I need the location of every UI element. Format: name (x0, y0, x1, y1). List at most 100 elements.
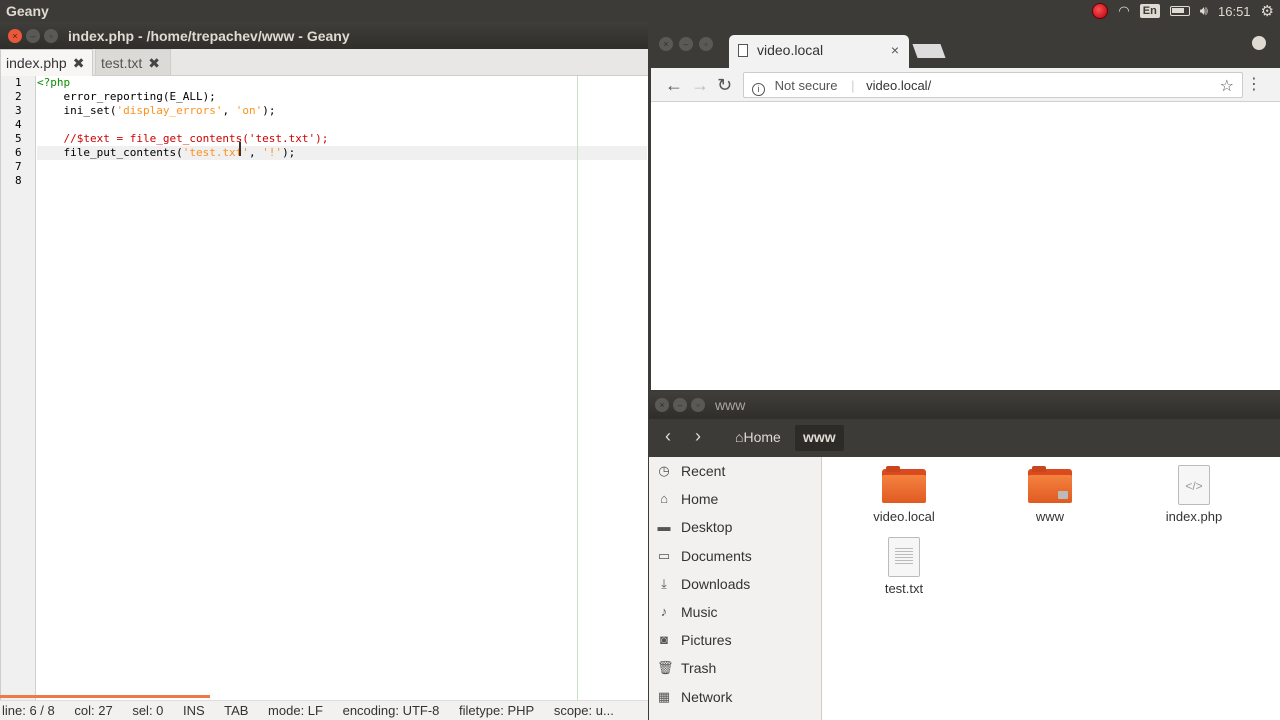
code-line-current[interactable]: file_put_contents('test.txt', '!'); (37, 146, 647, 160)
tab-close-icon[interactable]: ✖ (73, 55, 85, 76)
browser-window: × – ▫ video.local × ← → ↻ i Not secure |… (651, 22, 1280, 390)
geany-window: × – ▫ index.php - /home/trepachev/www - … (0, 22, 648, 720)
folder-icon: ▬ (657, 519, 671, 535)
status-ins: INS (183, 703, 205, 718)
back-arrow-icon[interactable]: ← (665, 75, 683, 96)
address-bar[interactable]: i Not secure | video.local/ ☆ (743, 72, 1243, 98)
volume-icon[interactable]: 🔊︎ (1200, 3, 1208, 19)
code-file-icon: </> (1178, 465, 1210, 505)
file-item-test-txt[interactable]: test.txt (849, 537, 959, 596)
breadcrumb-home[interactable]: ⌂Home (729, 425, 787, 451)
wifi-icon[interactable]: ◠ (1118, 3, 1129, 19)
sidebar-item-recent[interactable]: ◷ Recent (649, 457, 821, 485)
close-window-button[interactable]: × (655, 398, 669, 412)
long-line-marker (577, 76, 578, 700)
battery-icon[interactable] (1169, 6, 1190, 16)
window-title: www (715, 397, 746, 413)
browser-tab[interactable]: video.local × (729, 35, 909, 68)
status-encoding: encoding: UTF-8 (342, 703, 440, 718)
status-col: col: 27 (74, 703, 113, 718)
code-line[interactable]: ini_set('display_errors', 'on'); (37, 104, 647, 118)
file-name: test.txt (884, 581, 924, 596)
sidebar-item-documents[interactable]: ▭ Documents (649, 542, 821, 570)
sidebar: ◷ Recent ⌂ Home ▬ Desktop ▭ Documents ⤓ Downl… (649, 457, 822, 720)
network-icon: ▦ (657, 688, 671, 704)
code-line[interactable] (37, 118, 647, 132)
file-item-www[interactable]: www (995, 466, 1105, 524)
file-grid: video.local www </> index.php test.txt (823, 457, 1280, 720)
file-item-index-php[interactable]: </> index.php (1139, 465, 1249, 524)
download-icon: ⤓ (661, 575, 667, 591)
trash-icon: 🗑︎ (657, 660, 674, 676)
status-tab: TAB (224, 703, 249, 718)
bookmark-star-icon[interactable]: ☆ (1220, 76, 1234, 96)
tab-close-icon[interactable]: ✖ (148, 55, 160, 75)
forward-chevron-icon[interactable]: › (695, 426, 701, 447)
keyboard-layout-indicator[interactable]: En (1139, 4, 1160, 18)
status-scope: scope: u... (553, 703, 614, 718)
tab-close-icon[interactable]: × (891, 42, 899, 58)
tab-test-txt[interactable]: test.txt ✖ (95, 49, 171, 76)
code-line[interactable]: <?php (37, 76, 647, 90)
maximize-window-button[interactable]: ▫ (44, 29, 58, 43)
window-title: index.php - /home/trepachev/www - Geany (68, 28, 350, 44)
reload-icon[interactable]: ↻ (717, 75, 732, 96)
editor-tabs: index.php ✖ test.txt ✖ (0, 49, 648, 76)
settings-gear-icon[interactable]: ⚙ (1261, 2, 1274, 20)
status-sel: sel: 0 (132, 703, 164, 718)
system-tray: ◠ En 🔊︎ 16:51 ⚙ (1092, 0, 1280, 22)
line-number: 4 (15, 118, 22, 131)
page-content[interactable] (651, 102, 1280, 390)
sidebar-item-desktop[interactable]: ▬ Desktop (649, 513, 821, 541)
tab-title: video.local (757, 42, 824, 58)
code-lines[interactable]: <?php error_reporting(E_ALL); ini_set('d… (37, 76, 647, 188)
close-window-button[interactable]: × (659, 37, 673, 51)
minimize-window-button[interactable]: – (26, 29, 40, 43)
menu-dots-icon[interactable]: ⋮ (1246, 74, 1262, 94)
folder-icon (1028, 466, 1072, 505)
maximize-window-button[interactable]: ▫ (699, 37, 713, 51)
tab-index-php[interactable]: index.php ✖ (0, 49, 93, 76)
url-text: video.local/ (866, 78, 932, 93)
sidebar-item-downloads[interactable]: ⤓ Downloads (649, 570, 821, 598)
file-item-video-local[interactable]: video.local (849, 466, 959, 524)
sidebar-item-music[interactable]: ♪ Music (649, 598, 821, 626)
mouse-ibeam-cursor (239, 142, 241, 156)
top-panel: Geany ◠ En 🔊︎ 16:51 ⚙ (0, 0, 1280, 22)
back-chevron-icon[interactable]: ‹ (665, 426, 671, 447)
line-number-gutter: 1 2 3 4 5 6 7 8 (1, 76, 36, 700)
file-manager-titlebar: × – ▫ www (649, 392, 1280, 419)
code-line[interactable]: error_reporting(E_ALL); (37, 90, 647, 104)
clock[interactable]: 16:51 (1218, 4, 1251, 19)
code-line[interactable]: //$text = file_get_contents('test.txt'); (37, 132, 647, 146)
clock-icon: ◷ (658, 463, 670, 479)
line-number: 2 (15, 90, 22, 103)
new-tab-button[interactable] (912, 44, 946, 58)
sidebar-item-trash[interactable]: 🗑︎ Trash (649, 654, 821, 682)
sidebar-item-network[interactable]: ▦ Network (649, 683, 821, 711)
code-editor[interactable]: 1 2 3 4 5 6 7 8 <?php error_reporting(E_… (0, 76, 648, 700)
minimize-window-button[interactable]: – (679, 37, 693, 51)
breadcrumb-www[interactable]: www (795, 425, 844, 451)
info-icon[interactable]: i (752, 83, 765, 96)
lock-icon (1058, 491, 1068, 499)
profile-icon[interactable] (1252, 36, 1266, 50)
file-name: index.php (1165, 509, 1223, 524)
code-line[interactable] (37, 160, 647, 174)
geany-titlebar: × – ▫ index.php - /home/trepachev/www - … (0, 22, 648, 49)
line-number: 1 (15, 76, 22, 89)
forward-arrow-icon[interactable]: → (691, 75, 709, 96)
sidebar-item-home[interactable]: ⌂ Home (649, 485, 821, 513)
code-line[interactable] (37, 174, 647, 188)
status-bar: line: 6 / 8 col: 27 sel: 0 INS TAB mode:… (0, 700, 648, 720)
progress-bar (0, 695, 210, 698)
maximize-window-button[interactable]: ▫ (691, 398, 705, 412)
record-indicator-icon[interactable] (1092, 3, 1109, 19)
file-name: video.local (873, 509, 935, 524)
file-manager-toolbar: ‹ › ⌂Home www (649, 419, 1280, 457)
sidebar-item-pictures[interactable]: ◙ Pictures (649, 626, 821, 654)
camera-icon: ◙ (660, 632, 668, 648)
close-window-button[interactable]: × (8, 29, 22, 43)
minimize-window-button[interactable]: – (673, 398, 687, 412)
line-number: 6 (15, 146, 22, 159)
